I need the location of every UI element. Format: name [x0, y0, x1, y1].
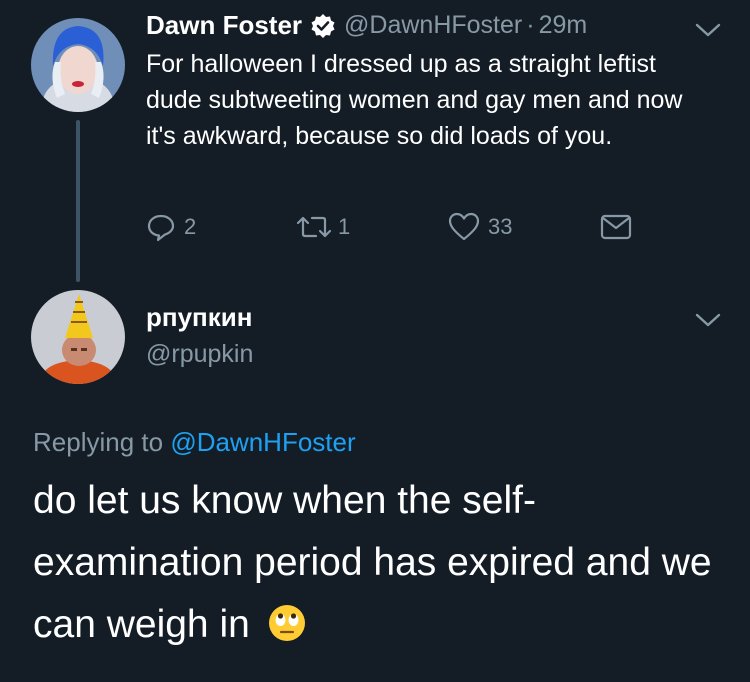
chevron-down-icon[interactable] [695, 22, 721, 43]
verified-icon [310, 13, 336, 39]
chevron-down-icon[interactable] [695, 312, 721, 333]
eye-roll-emoji [267, 600, 307, 662]
direct-message-button[interactable] [600, 214, 632, 240]
tweet1-text: For halloween I dressed up as a straight… [146, 50, 683, 150]
reply-button[interactable]: 2 [146, 212, 196, 242]
tweet2-name-text: рпупкин [146, 302, 253, 332]
like-count: 33 [488, 214, 513, 239]
avatar-dawn-foster[interactable] [31, 18, 125, 112]
reply-count: 2 [184, 214, 197, 239]
tweet1-handle[interactable]: @DawnHFoster [344, 11, 522, 40]
retweet-icon [296, 216, 332, 238]
tweet1-header: Dawn Foster @DawnHFoster · 29m [146, 10, 587, 41]
avatar-rpupkin[interactable] [31, 290, 125, 384]
like-button[interactable]: 33 [448, 212, 512, 242]
tweet1-separator: · [526, 11, 535, 39]
tweet2-handle[interactable]: @rpupkin [146, 340, 253, 369]
replying-prefix: Replying to [33, 427, 164, 457]
thread-line [76, 120, 80, 282]
retweet-button[interactable]: 1 [294, 212, 350, 242]
tweet1-timestamp[interactable]: 29m [539, 11, 588, 40]
tweet1-author-name[interactable]: Dawn Foster [146, 10, 302, 41]
retweet-count: 1 [338, 214, 351, 239]
reply-icon [147, 214, 175, 242]
tweet2-author-name[interactable]: рпупкин [146, 302, 252, 333]
tweet2-text: do let us know when the self-examination… [33, 479, 712, 646]
direct-message-icon [600, 214, 632, 240]
tweet1-actions: 2 1 33 [146, 212, 646, 246]
tweet2-text-wrap: do let us know when the self-examination… [33, 470, 713, 662]
replying-to-mention[interactable]: @DawnHFoster [170, 427, 355, 457]
replying-to-line: Replying to @DawnHFoster [33, 427, 356, 458]
heart-icon [448, 212, 480, 241]
